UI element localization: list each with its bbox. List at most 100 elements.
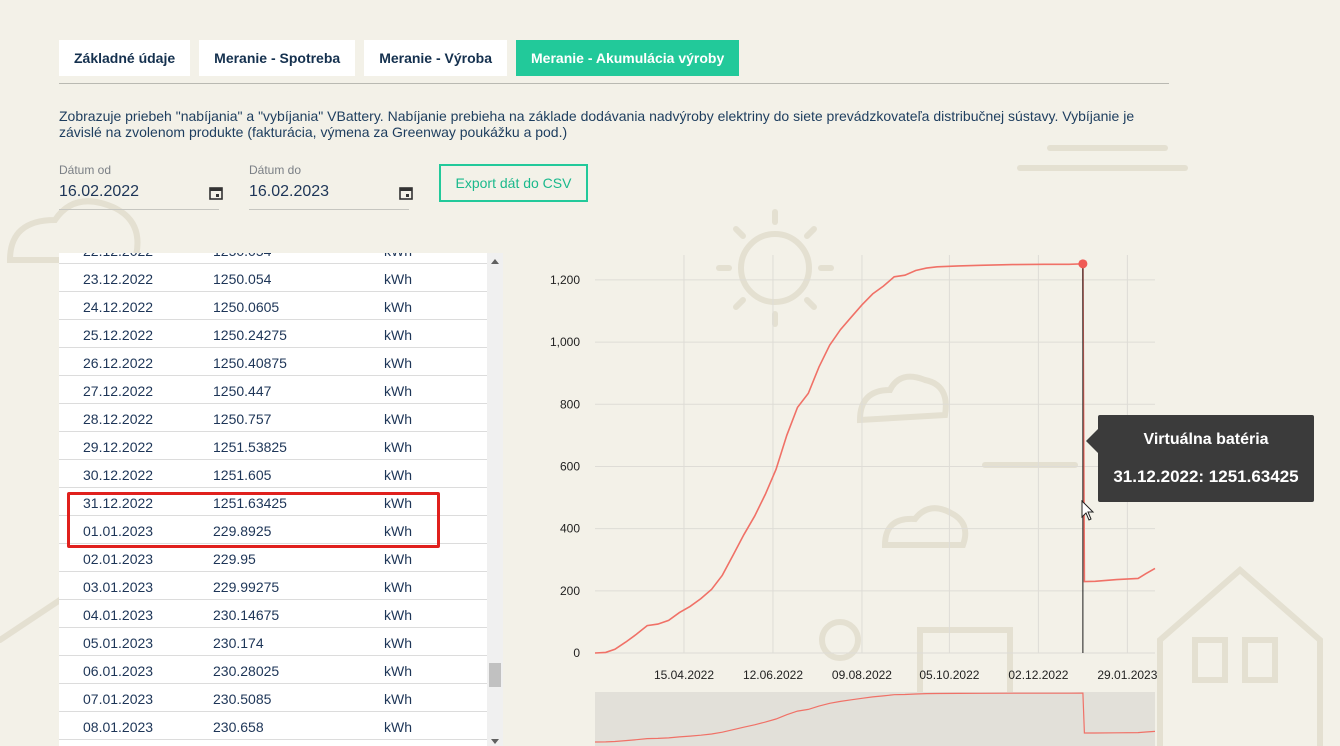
row-value: 230.658 [213,719,264,735]
row-date: 03.01.2023 [83,579,154,595]
table-row: 05.01.2023 230.174 kWh [59,628,487,656]
row-date: 25.12.2022 [83,327,154,343]
navigator-background [595,692,1155,746]
accumulation-chart[interactable]: 0 200 400 600 800 1,000 1,200 15.04.2022 12.06.2… [510,240,1170,746]
row-value: 230.174 [213,635,264,651]
row-value: 229.95 [213,551,256,567]
row-value: 230.14675 [213,607,280,623]
row-unit: kWh [384,607,412,623]
x-tick-label: 12.06.2022 [743,668,803,682]
row-value: 230.28025 [213,663,280,679]
tooltip-title: Virtuálna batéria [1143,431,1269,448]
table-row: 04.01.2023 230.14675 kWh [59,600,487,628]
table-row: 23.12.2022 1250.054 kWh [59,264,487,292]
table-scrollbar[interactable] [487,253,503,746]
export-csv-button[interactable]: Export dát do CSV [439,164,588,202]
table-row: 08.01.2023 230.658 kWh [59,712,487,740]
red-highlight-box [67,492,440,548]
row-date: 27.12.2022 [83,383,154,399]
table-row: 06.01.2023 230.28025 kWh [59,656,487,684]
row-value: 1250.24275 [213,327,287,343]
x-tick-label: 02.12.2022 [1008,668,1068,682]
row-value: 1250.40875 [213,355,287,371]
calendar-icon[interactable] [399,186,413,200]
series-line [594,262,1156,654]
row-value: 1250.0605 [213,299,280,315]
date-to-field[interactable]: Dátum do 16.02.2023 [249,163,413,210]
row-unit: kWh [384,579,412,595]
row-unit: kWh [384,551,412,567]
row-unit: kWh [384,467,412,483]
row-value: 1250.447 [213,383,272,399]
date-from-value[interactable]: 16.02.2022 [59,183,139,201]
y-tick-label: 600 [560,459,580,473]
x-tick-label: 05.10.2022 [919,668,979,682]
row-date: 07.01.2023 [83,691,154,707]
row-date: 28.12.2022 [83,411,154,427]
date-to-label: Dátum do [249,163,302,177]
date-from-label: Dátum od [59,163,112,177]
row-date: 08.01.2023 [83,719,154,735]
date-to-value[interactable]: 16.02.2023 [249,183,329,201]
row-date: 05.01.2023 [83,635,154,651]
table-row: 27.12.2022 1250.447 kWh [59,376,487,404]
tab-bar: Základné údaje Meranie - Spotreba Merani… [59,40,740,76]
scroll-up-arrow-icon[interactable] [491,259,499,264]
date-from-field[interactable]: Dátum od 16.02.2022 [59,163,223,210]
row-date: 29.12.2022 [83,439,154,455]
row-value: 1251.53825 [213,439,287,455]
table-row: 30.12.2022 1251.605 kWh [59,460,487,488]
tab-consumption[interactable]: Meranie - Spotreba [199,40,356,76]
page-description: Zobrazuje priebeh "nabíjania" a "vybíjan… [59,108,1135,140]
table-row: 03.01.2023 229.99275 kWh [59,572,487,600]
table-row: 25.12.2022 1250.24275 kWh [59,320,487,348]
y-tick-label: 200 [560,584,580,598]
x-tick-label: 15.04.2022 [654,668,714,682]
table-row: 02.01.2023 229.95 kWh [59,544,487,572]
row-date: 02.01.2023 [83,551,154,567]
table-row: 28.12.2022 1250.757 kWh [59,404,487,432]
tab-basic-info[interactable]: Základné údaje [59,40,191,76]
row-unit: kWh [384,327,412,343]
row-unit: kWh [384,253,412,259]
row-unit: kWh [384,663,412,679]
y-tick-label: 800 [560,397,580,411]
highlight-point [1078,259,1088,269]
table-row: 26.12.2022 1250.40875 kWh [59,348,487,376]
row-unit: kWh [384,271,412,287]
tab-production[interactable]: Meranie - Výroba [364,40,508,76]
row-value: 230.5085 [213,691,272,707]
row-date: 22.12.2022 [83,253,153,259]
tab-accumulation[interactable]: Meranie - Akumulácia výroby [516,40,740,76]
row-date: 06.01.2023 [83,663,154,679]
row-unit: kWh [384,411,412,427]
row-date: 26.12.2022 [83,355,154,371]
table-row: 24.12.2022 1250.0605 kWh [59,292,487,320]
scrollbar-thumb[interactable] [489,663,501,687]
calendar-icon[interactable] [209,186,223,200]
table-row: 22.12.2022 1250.054 kWh [59,253,487,264]
row-unit: kWh [384,691,412,707]
row-unit: kWh [384,439,412,455]
y-tick-label: 1,200 [550,273,580,287]
row-value: 1250.054 [213,253,271,259]
row-value: 1250.054 [213,271,272,287]
chart-tooltip: Virtuálna batéria 31.12.2022: 1251.63425 [1086,415,1314,502]
scroll-down-arrow-icon[interactable] [491,739,499,744]
row-date: 23.12.2022 [83,271,154,287]
mouse-cursor-icon [1081,500,1095,521]
y-tick-label: 1,000 [550,335,580,349]
y-tick-label: 0 [573,646,580,660]
row-value: 229.99275 [213,579,280,595]
row-unit: kWh [384,635,412,651]
row-value: 1251.605 [213,467,272,483]
row-date: 24.12.2022 [83,299,154,315]
row-unit: kWh [384,383,412,399]
row-unit: kWh [384,299,412,315]
table-row: 07.01.2023 230.5085 kWh [59,684,487,712]
y-tick-label: 400 [560,522,580,536]
row-value: 1250.757 [213,411,272,427]
table-row: 29.12.2022 1251.53825 kWh [59,432,487,460]
row-unit: kWh [384,355,412,371]
row-unit: kWh [384,719,412,735]
